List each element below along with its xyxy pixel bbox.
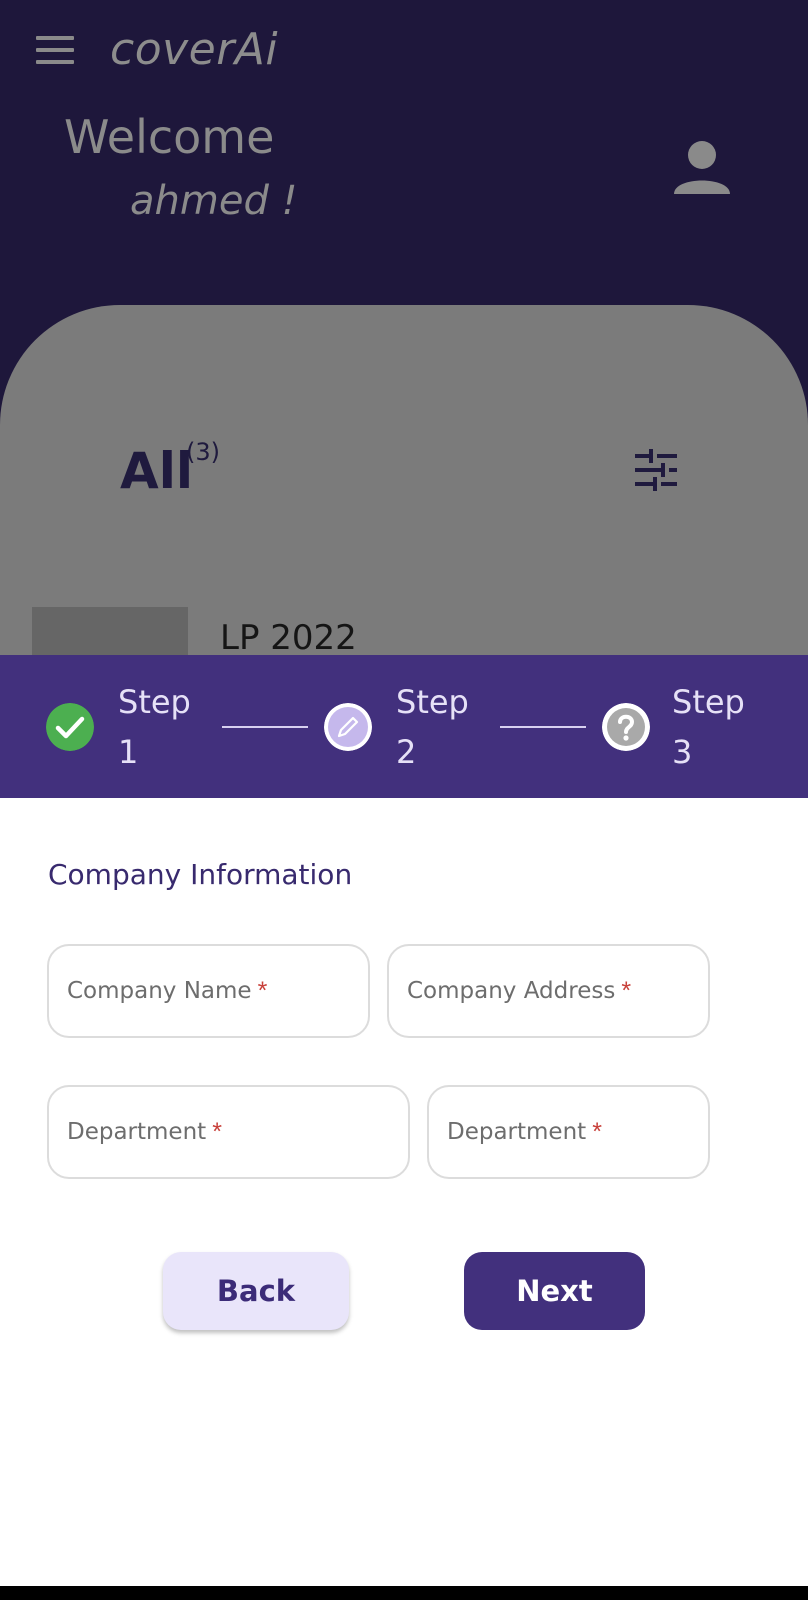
check-circle-icon: [46, 703, 94, 751]
tune-filter-icon[interactable]: [632, 446, 680, 494]
question-circle-icon: [602, 703, 650, 751]
company-address-placeholder: Company Address: [407, 978, 616, 1004]
department-placeholder: Department: [67, 1119, 207, 1145]
welcome-text: Welcome: [64, 110, 275, 164]
section-title: Company Information: [48, 858, 353, 891]
company-name-field[interactable]: Company Name *: [47, 944, 370, 1038]
next-button[interactable]: Next: [464, 1252, 645, 1330]
screen: coverAi Welcome ahmed ! All (3) LP 2022 …: [0, 0, 808, 1586]
user-profile-icon[interactable]: [672, 138, 732, 198]
step-1[interactable]: Step 1: [0, 655, 260, 798]
step-2[interactable]: Step 2: [300, 655, 520, 798]
step-1-label: Step 1: [118, 683, 191, 771]
department-field[interactable]: Department *: [47, 1085, 410, 1179]
required-mark: *: [621, 976, 632, 1005]
required-mark: *: [212, 1117, 222, 1146]
step-2-label: Step 2: [396, 683, 469, 771]
pencil-icon: [324, 703, 372, 751]
app-title: coverAi: [110, 24, 279, 75]
step-connector: [500, 726, 586, 728]
step-connector: [222, 726, 308, 728]
company-address-field[interactable]: Company Address *: [387, 944, 710, 1038]
back-button[interactable]: Back: [163, 1252, 349, 1330]
step-3-label: Step 3: [672, 683, 745, 771]
list-item-title[interactable]: LP 2022: [220, 618, 357, 658]
company-name-placeholder: Company Name: [67, 978, 252, 1004]
step-3[interactable]: Step 3: [580, 655, 808, 798]
required-mark: *: [257, 976, 268, 1005]
hamburger-menu-icon[interactable]: [36, 36, 74, 64]
department-field-2[interactable]: Department *: [427, 1085, 710, 1179]
required-mark: *: [592, 1117, 602, 1146]
username-text: ahmed !: [130, 178, 298, 224]
stepper: Step 1 Step 2 Step 3: [0, 655, 808, 798]
filter-all-count: (3): [186, 438, 220, 466]
department-placeholder: Department: [447, 1119, 587, 1145]
filter-all-label: All: [120, 442, 193, 500]
